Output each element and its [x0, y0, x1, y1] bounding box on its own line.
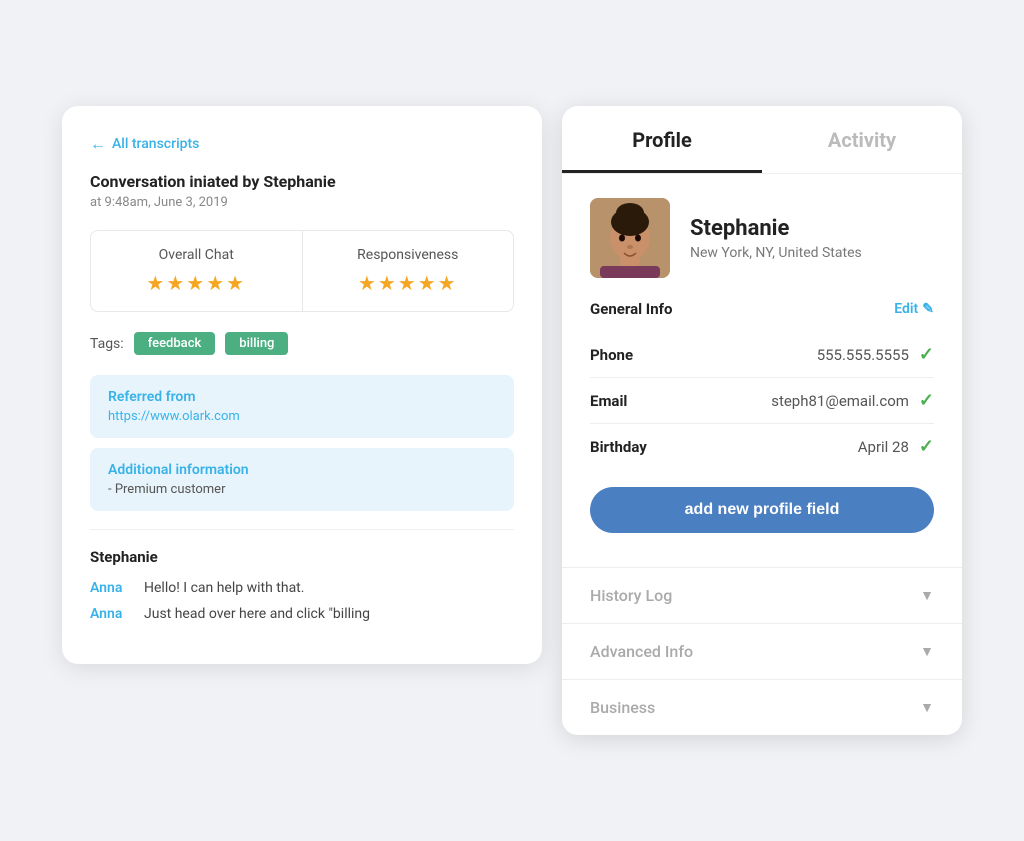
- chat-line-0-text: Hello! I can help with that.: [144, 580, 304, 596]
- tabs-row: Profile Activity: [562, 106, 962, 174]
- info-block-referred: Referred from https://www.olark.com: [90, 375, 514, 438]
- chat-line-1-name: Anna: [90, 606, 134, 622]
- info-row-email: Email steph81@email.com ✓: [590, 378, 934, 424]
- info-block-additional-title: Additional information: [108, 462, 496, 478]
- tab-activity[interactable]: Activity: [762, 106, 962, 173]
- accordion-history-log-label: History Log: [590, 586, 672, 605]
- email-value: steph81@email.com: [771, 392, 909, 410]
- info-row-birthday: Birthday April 28 ✓: [590, 424, 934, 469]
- conversation-title: Conversation iniated by Stephanie: [90, 172, 514, 191]
- phone-value: 555.555.5555: [817, 346, 909, 364]
- general-info-label: General Info: [590, 300, 672, 318]
- chat-line-1-text: Just head over here and click "billing: [144, 606, 370, 622]
- accordion-advanced-info[interactable]: Advanced Info ▼: [562, 623, 962, 679]
- chat-line-1: Anna Just head over here and click "bill…: [90, 606, 514, 622]
- conversation-subtitle: at 9:48am, June 3, 2019: [90, 195, 514, 210]
- rating-overall-label: Overall Chat: [111, 247, 282, 263]
- back-link-label: All transcripts: [112, 136, 199, 152]
- right-panel: Profile Activity: [562, 106, 962, 735]
- email-check-icon: ✓: [919, 390, 934, 411]
- tags-label: Tags:: [90, 336, 124, 352]
- birthday-label: Birthday: [590, 438, 647, 456]
- info-block-additional: Additional information - Premium custome…: [90, 448, 514, 511]
- add-profile-field-button[interactable]: add new profile field: [590, 487, 934, 533]
- tab-profile[interactable]: Profile: [562, 106, 762, 173]
- phone-check-icon: ✓: [919, 344, 934, 365]
- edit-pencil-icon: ✎: [922, 301, 934, 317]
- accordion-advanced-info-label: Advanced Info: [590, 642, 693, 661]
- info-row-phone: Phone 555.555.5555 ✓: [590, 332, 934, 378]
- tags-row: Tags: feedback billing: [90, 332, 514, 355]
- chevron-down-icon-advanced: ▼: [920, 643, 934, 660]
- edit-label: Edit: [894, 301, 918, 317]
- edit-link[interactable]: Edit ✎: [894, 301, 934, 317]
- info-block-referred-text[interactable]: https://www.olark.com: [108, 409, 496, 424]
- accordion-business[interactable]: Business ▼: [562, 679, 962, 735]
- section-divider: [90, 529, 514, 530]
- rating-overall-stars: ★★★★★: [111, 271, 282, 295]
- rating-responsiveness-stars: ★★★★★: [323, 271, 494, 295]
- email-value-group: steph81@email.com ✓: [771, 390, 934, 411]
- birthday-value: April 28: [858, 438, 909, 456]
- tag-billing[interactable]: billing: [225, 332, 288, 355]
- profile-header: Stephanie New York, NY, United States: [590, 198, 934, 278]
- phone-value-group: 555.555.5555 ✓: [817, 344, 934, 365]
- profile-body: Stephanie New York, NY, United States Ge…: [562, 174, 962, 567]
- phone-label: Phone: [590, 346, 633, 364]
- ratings-row: Overall Chat ★★★★★ Responsiveness ★★★★★: [90, 230, 514, 312]
- chat-author: Stephanie: [90, 548, 514, 566]
- left-panel: ← All transcripts Conversation iniated b…: [62, 106, 542, 664]
- email-label: Email: [590, 392, 627, 410]
- birthday-value-group: April 28 ✓: [858, 436, 934, 457]
- avatar: [590, 198, 670, 278]
- general-info-row: General Info Edit ✎: [590, 300, 934, 318]
- rating-overall: Overall Chat ★★★★★: [91, 231, 303, 311]
- profile-name: Stephanie: [690, 216, 862, 241]
- back-arrow-icon: ←: [90, 134, 106, 154]
- rating-responsiveness: Responsiveness ★★★★★: [303, 231, 514, 311]
- chat-line-0: Anna Hello! I can help with that.: [90, 580, 514, 596]
- profile-info: Stephanie New York, NY, United States: [690, 216, 862, 261]
- info-block-additional-text: - Premium customer: [108, 482, 496, 497]
- accordion-business-label: Business: [590, 698, 655, 717]
- chevron-down-icon-history: ▼: [920, 587, 934, 604]
- profile-location: New York, NY, United States: [690, 245, 862, 261]
- back-link[interactable]: ← All transcripts: [90, 134, 514, 154]
- chat-line-0-name: Anna: [90, 580, 134, 596]
- info-block-referred-title: Referred from: [108, 389, 496, 405]
- accordion-history-log[interactable]: History Log ▼: [562, 567, 962, 623]
- rating-responsiveness-label: Responsiveness: [323, 247, 494, 263]
- chevron-down-icon-business: ▼: [920, 699, 934, 716]
- tag-feedback[interactable]: feedback: [134, 332, 216, 355]
- birthday-check-icon: ✓: [919, 436, 934, 457]
